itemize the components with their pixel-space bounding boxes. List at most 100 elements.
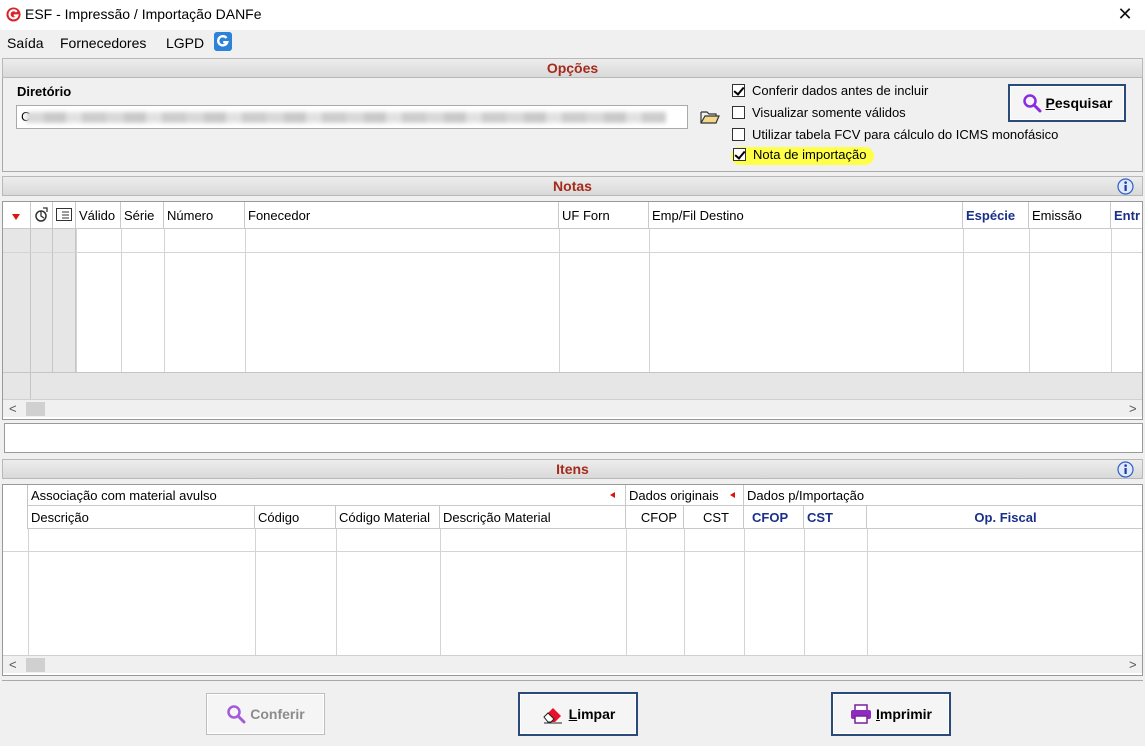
- chk-fcv-label: Utilizar tabela FCV para cálculo do ICMS…: [752, 127, 1059, 142]
- chk-validos-row[interactable]: Visualizar somente válidos: [732, 105, 906, 123]
- search-button[interactable]: Pesquisar: [1008, 84, 1126, 122]
- grid-line: [28, 529, 29, 655]
- search-icon: [227, 705, 246, 724]
- itens-header-cfop-imp[interactable]: CFOP: [744, 506, 804, 529]
- notas-header-serie[interactable]: Série: [121, 202, 164, 229]
- limpar-hotkey: L: [568, 706, 578, 722]
- notas-header-entrada[interactable]: Entr: [1111, 202, 1142, 229]
- options-section-title: Opções: [2, 58, 1143, 78]
- itens-group-associacao[interactable]: Associação com material avulso: [28, 485, 626, 506]
- collapse-left-icon[interactable]: [610, 492, 615, 498]
- grid-line: [1029, 229, 1030, 372]
- scroll-right-icon[interactable]: >: [1129, 401, 1137, 416]
- directory-label: Diretório: [17, 84, 72, 99]
- notas-header-uf-forn[interactable]: UF Forn: [559, 202, 649, 229]
- scroll-thumb[interactable]: [26, 658, 45, 672]
- imprimir-label: mprimir: [879, 706, 932, 722]
- chk-conferir-box[interactable]: [732, 84, 745, 97]
- limpar-label: impar: [577, 706, 616, 722]
- grid-line: [559, 229, 560, 372]
- chk-fcv-row[interactable]: Utilizar tabela FCV para cálculo do ICMS…: [732, 127, 1058, 145]
- notes-message-field[interactable]: [4, 423, 1143, 453]
- notas-col-gray-2: [53, 229, 76, 372]
- chk-validos-box[interactable]: [732, 106, 745, 119]
- notas-header-emissao[interactable]: Emissão: [1029, 202, 1111, 229]
- printer-icon: [850, 704, 871, 724]
- itens-section-title: Itens: [2, 459, 1143, 479]
- grid-line: [1111, 229, 1112, 372]
- itens-header-codigo[interactable]: Código: [255, 506, 336, 529]
- chk-conferir-label: Conferir dados antes de incluir: [752, 83, 929, 98]
- scroll-left-icon[interactable]: <: [9, 657, 17, 672]
- grid-line: [804, 529, 805, 655]
- grid-line: [336, 529, 337, 655]
- notas-header-numero[interactable]: Número: [164, 202, 245, 229]
- notas-header-sort[interactable]: [3, 202, 31, 229]
- itens-group-dados-importacao[interactable]: Dados p/Importação: [744, 485, 1142, 506]
- sort-down-icon: [12, 214, 20, 220]
- chk-fcv-box[interactable]: [732, 128, 745, 141]
- chk-validos-label: Visualizar somente válidos: [752, 105, 906, 120]
- grid-line: [744, 529, 745, 655]
- grid-line: [3, 551, 1142, 552]
- notas-info-icon[interactable]: [1117, 178, 1134, 195]
- directory-path-redacted: [26, 112, 666, 123]
- notas-header-fornecedor[interactable]: Fonecedor: [245, 202, 559, 229]
- itens-grid[interactable]: Associação com material avulso Dados ori…: [2, 484, 1143, 676]
- grid-line: [255, 529, 256, 655]
- app-logo-icon: [6, 7, 21, 22]
- lgpd-logo-icon[interactable]: [214, 32, 232, 51]
- close-icon[interactable]: ✕: [1112, 2, 1138, 28]
- itens-header-cfop-orig[interactable]: CFOP: [626, 506, 684, 529]
- grid-line: [121, 229, 122, 372]
- folder-open-icon[interactable]: [700, 109, 720, 125]
- menu-bar: Saída Fornecedores LGPD: [0, 30, 1145, 55]
- grid-line: [963, 229, 964, 372]
- notas-scrollbar[interactable]: < >: [3, 399, 1142, 417]
- notas-col-gray-1: [31, 229, 53, 372]
- grid-line: [164, 229, 165, 372]
- itens-header-cst-orig[interactable]: CST: [684, 506, 744, 529]
- itens-header-op-fiscal[interactable]: Op. Fiscal: [867, 506, 1142, 529]
- notas-header-emp-fil[interactable]: Emp/Fil Destino: [649, 202, 963, 229]
- notas-grid[interactable]: Válido Série Número Fonecedor UF Forn Em…: [2, 201, 1143, 420]
- grid-line: [3, 252, 1142, 253]
- conferir-button[interactable]: Conferir: [206, 693, 325, 735]
- collapse-left-icon[interactable]: [730, 492, 735, 498]
- itens-header-descricao[interactable]: Descrição: [28, 506, 255, 529]
- notas-header-valido[interactable]: Válido: [76, 202, 121, 229]
- grid-line: [626, 529, 627, 655]
- notas-footer-row: [31, 373, 1142, 399]
- scroll-left-icon[interactable]: <: [9, 401, 17, 416]
- menu-fornecedores[interactable]: Fornecedores: [60, 35, 146, 51]
- chk-importacao-box[interactable]: [733, 148, 746, 161]
- notas-header-especie[interactable]: Espécie: [963, 202, 1029, 229]
- menu-saida[interactable]: Saída: [7, 35, 44, 51]
- imprimir-button[interactable]: Imprimir: [831, 692, 951, 736]
- itens-group-dados-originais[interactable]: Dados originais: [626, 485, 744, 506]
- notas-row-indicator-col: [3, 229, 31, 399]
- itens-header-descricao-material[interactable]: Descrição Material: [440, 506, 626, 529]
- limpar-button[interactable]: Limpar: [518, 692, 638, 736]
- notas-header-card[interactable]: [53, 202, 76, 229]
- itens-header-cst-imp[interactable]: CST: [804, 506, 867, 529]
- grid-line: [867, 529, 868, 655]
- itens-scrollbar[interactable]: < >: [3, 655, 1142, 673]
- itens-info-icon[interactable]: [1117, 461, 1134, 478]
- search-hotkey: P: [1045, 95, 1055, 111]
- conferir-label: Conferir: [250, 706, 305, 722]
- group-dados-originais-label: Dados originais: [629, 488, 719, 503]
- menu-lgpd[interactable]: LGPD: [166, 35, 204, 51]
- itens-header-codigo-material[interactable]: Código Material: [336, 506, 440, 529]
- notas-header-print[interactable]: [31, 202, 53, 229]
- itens-corner: [3, 485, 28, 529]
- print-status-icon: [35, 207, 48, 222]
- chk-importacao-row[interactable]: Nota de importação: [731, 147, 875, 165]
- grid-line: [684, 529, 685, 655]
- chk-conferir-row[interactable]: Conferir dados antes de incluir: [732, 83, 928, 101]
- notas-section-title: Notas: [2, 176, 1143, 196]
- grid-line: [440, 529, 441, 655]
- grid-line: [76, 229, 77, 372]
- scroll-right-icon[interactable]: >: [1129, 657, 1137, 672]
- scroll-thumb[interactable]: [26, 402, 45, 416]
